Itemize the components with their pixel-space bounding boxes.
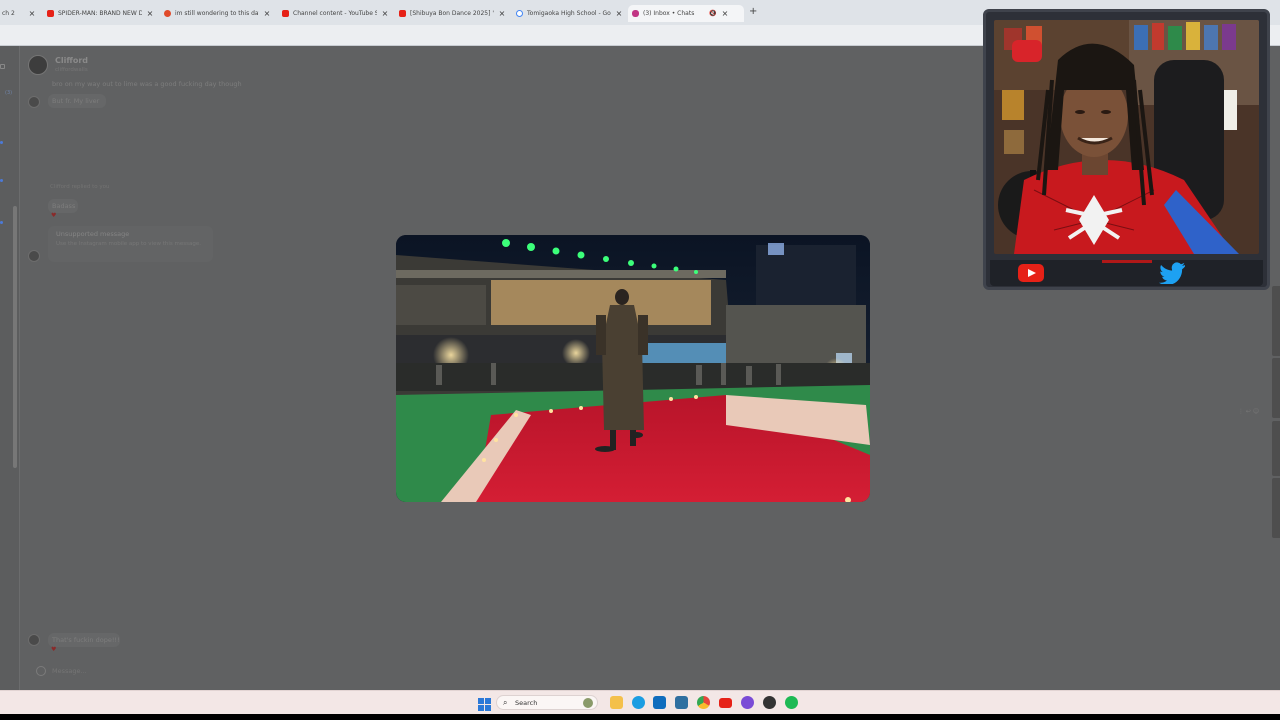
windows-start-icon[interactable] bbox=[478, 696, 491, 711]
file-explorer-icon[interactable] bbox=[610, 696, 623, 709]
browser-tab[interactable]: Tomigaoka High School - Goo × bbox=[512, 5, 627, 22]
reaction-heart[interactable]: ♥ bbox=[51, 213, 56, 219]
message-text: That's fuckin dope!!! bbox=[52, 636, 120, 644]
emoji-icon[interactable] bbox=[36, 666, 46, 676]
contact-avatar-small bbox=[28, 250, 40, 262]
browser-tab[interactable]: ch 2 × bbox=[0, 5, 40, 22]
twitter-icon bbox=[1158, 262, 1186, 286]
side-thumbnail[interactable] bbox=[1272, 478, 1280, 538]
tab-title: Channel content - YouTube Stu bbox=[293, 10, 377, 17]
tab-title: SPIDER-MAN: BRAND NEW DA bbox=[58, 10, 142, 17]
webcam-feed bbox=[994, 20, 1259, 254]
tab-close-icon[interactable]: × bbox=[498, 9, 506, 18]
copilot-icon bbox=[583, 698, 593, 708]
taskbar-search[interactable]: ⌕ Search bbox=[496, 695, 598, 710]
tab-title: (3) Inbox • Chats bbox=[643, 10, 695, 17]
tab-title: [Shibuya Bon Dance 2025] "D bbox=[410, 10, 494, 17]
browser-tab[interactable]: Channel content - YouTube Stu × bbox=[278, 5, 393, 22]
spotify-icon[interactable] bbox=[785, 696, 798, 709]
app-icon-3[interactable] bbox=[763, 696, 776, 709]
streamer-webcam bbox=[983, 9, 1270, 290]
inbox-sidebar: (3) bbox=[0, 46, 20, 690]
browser-tab[interactable]: [Shibuya Bon Dance 2025] "D × bbox=[395, 5, 510, 22]
message-composer[interactable]: Message... bbox=[30, 663, 1230, 679]
new-tab-button[interactable]: + bbox=[749, 7, 757, 17]
browser-tab-active[interactable]: (3) Inbox • Chats 🔇 × bbox=[628, 5, 744, 22]
side-thumbnail[interactable] bbox=[1272, 421, 1280, 476]
outlook-icon[interactable] bbox=[653, 696, 666, 709]
contact-handle: cliffordwalls bbox=[55, 67, 88, 73]
tab-close-icon[interactable]: × bbox=[28, 9, 36, 18]
tab-close-icon[interactable]: × bbox=[721, 9, 729, 18]
contact-avatar-small bbox=[28, 96, 40, 108]
tab-mute-icon[interactable]: 🔇 bbox=[709, 10, 717, 18]
youtube-icon bbox=[1018, 264, 1044, 282]
app-icon[interactable] bbox=[675, 696, 688, 709]
video-player[interactable] bbox=[396, 235, 870, 502]
youtube-studio-favicon-icon bbox=[282, 10, 289, 17]
video-frame-image bbox=[396, 235, 870, 502]
tab-close-icon[interactable]: × bbox=[381, 9, 389, 18]
message-input[interactable]: Message... bbox=[52, 667, 87, 675]
chrome-icon[interactable] bbox=[697, 696, 710, 709]
message-text: But fr. My liver bbox=[52, 97, 100, 105]
instagram-favicon-icon bbox=[632, 10, 639, 17]
browser-tab[interactable]: SPIDER-MAN: BRAND NEW DA × bbox=[43, 5, 158, 22]
google-favicon-icon bbox=[516, 10, 523, 17]
search-label: Search bbox=[515, 699, 538, 707]
unread-count-badge: (3) bbox=[5, 90, 13, 96]
youtube-favicon-icon bbox=[47, 10, 54, 17]
unsupported-subtext: Use the Instagram mobile app to view thi… bbox=[56, 241, 201, 247]
tab-title: im still wondering to this day y bbox=[175, 10, 259, 17]
contact-avatar[interactable] bbox=[28, 55, 48, 75]
reddit-favicon-icon bbox=[164, 10, 171, 17]
youtube-icon[interactable] bbox=[719, 698, 732, 708]
tab-close-icon[interactable]: × bbox=[146, 9, 154, 18]
edge-icon[interactable] bbox=[632, 696, 645, 709]
search-icon: ⌕ bbox=[503, 698, 508, 707]
youtube-favicon-icon bbox=[399, 10, 406, 17]
contact-avatar-small bbox=[28, 634, 40, 646]
message-text: bro on my way out to lime was a good fuc… bbox=[52, 80, 242, 88]
windows-taskbar: ⌕ Search bbox=[0, 690, 1280, 714]
reply-icon[interactable]: ⋮ ↩ ☺ bbox=[1238, 408, 1259, 415]
reaction-heart[interactable]: ♥ bbox=[51, 647, 56, 653]
reply-context: Clifford replied to you bbox=[50, 184, 110, 190]
letterbox-bottom bbox=[0, 714, 1280, 720]
tab-title: ch 2 bbox=[2, 10, 15, 17]
tab-close-icon[interactable]: × bbox=[263, 9, 271, 18]
unsupported-title: Unsupported message bbox=[56, 230, 130, 238]
screen: ch 2 × SPIDER-MAN: BRAND NEW DA × im sti… bbox=[0, 0, 1280, 720]
tab-close-icon[interactable]: × bbox=[615, 9, 623, 18]
tab-title: Tomigaoka High School - Goo bbox=[527, 10, 611, 17]
side-thumbnail[interactable] bbox=[1272, 286, 1280, 356]
scrollbar-thumb[interactable] bbox=[13, 206, 17, 468]
app-icon-2[interactable] bbox=[741, 696, 754, 709]
contact-name[interactable]: Clifford bbox=[55, 56, 88, 65]
webcam-social-bar bbox=[990, 260, 1263, 286]
side-thumbnail[interactable] bbox=[1272, 358, 1280, 418]
browser-tab[interactable]: im still wondering to this day y × bbox=[160, 5, 275, 22]
message-text: Badass bbox=[52, 202, 76, 210]
